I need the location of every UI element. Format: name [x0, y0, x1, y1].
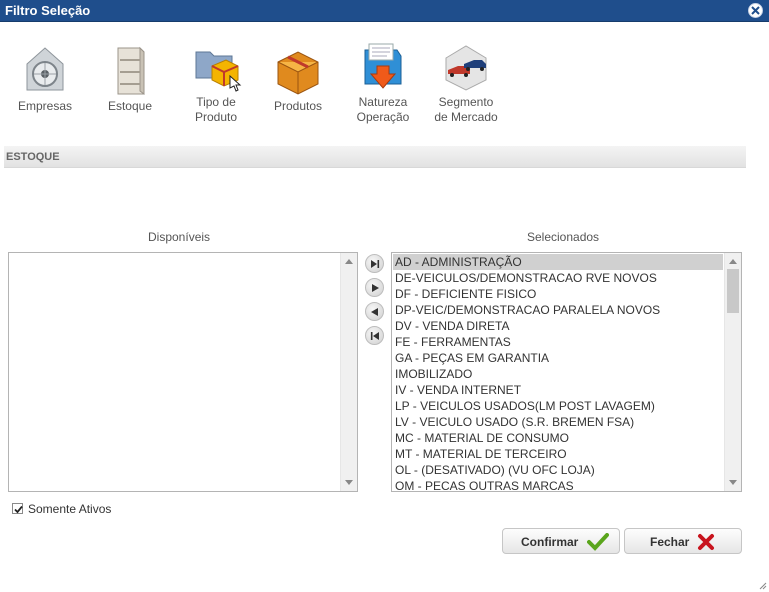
selected-list-label: Selecionados — [527, 230, 600, 244]
package-box-icon — [277, 51, 319, 95]
scroll-down-icon[interactable] — [345, 480, 353, 485]
x-icon — [698, 534, 714, 550]
confirm-button-label: Confirmar — [521, 535, 579, 549]
window-title: Filtro Seleção — [5, 3, 91, 18]
toolbar-label: Produtos — [273, 99, 323, 113]
filter-toolbar: Empresas Estoque Tipo de Produto Produto… — [0, 40, 769, 130]
list-item[interactable]: DE-VEICULOS/DEMONSTRACAO RVE NOVOS — [393, 270, 723, 286]
scroll-thumb[interactable] — [727, 269, 739, 313]
toolbar-label: Tipo de — [196, 95, 236, 109]
play-right-icon — [372, 284, 379, 292]
cars-segment-icon — [445, 45, 487, 91]
skip-forward-icon — [371, 260, 380, 268]
list-item[interactable]: OL - (DESATIVADO) (VU OFC LOJA) — [393, 462, 723, 478]
close-icon — [751, 6, 760, 15]
list-item[interactable]: IMOBILIZADO — [393, 366, 723, 382]
close-window-button[interactable] — [748, 3, 763, 18]
toolbar-label: Operação — [356, 110, 410, 124]
toolbar-item-segmento-mercado[interactable]: Segmento de Mercado — [426, 40, 506, 125]
document-download-icon — [364, 43, 402, 89]
toolbar-label: Estoque — [107, 99, 153, 113]
toolbar-item-produtos[interactable]: Produtos — [258, 44, 338, 114]
check-icon — [587, 533, 609, 551]
move-all-left-button[interactable] — [365, 326, 384, 345]
list-item[interactable]: IV - VENDA INTERNET — [393, 382, 723, 398]
section-title: ESTOQUE — [6, 151, 60, 163]
toolbar-item-tipo-produto[interactable]: Tipo de Produto — [176, 40, 256, 125]
selected-items: AD - ADMINISTRAÇÃO DE-VEICULOS/DEMONSTRAC… — [393, 254, 723, 494]
folder-box-icon — [195, 51, 242, 92]
lock-vault-icon — [26, 47, 64, 91]
list-item[interactable]: LP - VEICULOS USADOS(LM POST LAVAGEM) — [393, 398, 723, 414]
scroll-up-icon[interactable] — [345, 259, 353, 264]
toolbar-label: Empresas — [17, 99, 73, 113]
toolbar-label: Produto — [194, 110, 238, 124]
available-list-label: Disponíveis — [148, 230, 211, 244]
confirm-button[interactable]: Confirmar — [502, 528, 620, 554]
list-item[interactable]: AD - ADMINISTRAÇÃO — [393, 254, 723, 270]
list-item[interactable]: DF - DEFICIENTE FISICO — [393, 286, 723, 302]
toolbar-label: Natureza — [358, 95, 408, 109]
move-right-button[interactable] — [365, 278, 384, 297]
resize-grip-icon[interactable] — [759, 582, 767, 590]
available-listbox[interactable] — [8, 252, 358, 492]
scroll-up-icon[interactable] — [729, 259, 737, 264]
play-left-icon — [371, 308, 378, 316]
only-active-label: Somente Ativos — [28, 502, 112, 516]
toolbar-label: Segmento — [438, 95, 494, 109]
scroll-down-icon[interactable] — [729, 480, 737, 485]
list-item[interactable]: MC - MATERIAL DE CONSUMO — [393, 430, 723, 446]
list-item[interactable]: LV - VEICULO USADO (S.R. BREMEN FSA) — [393, 414, 723, 430]
list-item[interactable]: FE - FERRAMENTAS — [393, 334, 723, 350]
toolbar-item-estoque[interactable]: Estoque — [90, 44, 170, 114]
move-all-right-button[interactable] — [365, 254, 384, 273]
toolbar-label: de Mercado — [434, 110, 498, 124]
toolbar-item-empresas[interactable]: Empresas — [5, 44, 85, 114]
list-item[interactable]: DV - VENDA DIRETA — [393, 318, 723, 334]
close-button-label: Fechar — [650, 535, 690, 549]
available-scrollbar[interactable] — [340, 253, 357, 491]
section-header: ESTOQUE — [4, 146, 746, 168]
list-item[interactable]: OM - PECAS OUTRAS MARCAS — [393, 478, 723, 494]
list-item[interactable]: GA - PEÇAS EM GARANTIA — [393, 350, 723, 366]
skip-back-icon — [370, 332, 379, 340]
list-item[interactable]: DP-VEIC/DEMONSTRACAO PARALELA NOVOS — [393, 302, 723, 318]
close-button[interactable]: Fechar — [624, 528, 742, 554]
selected-listbox[interactable]: AD - ADMINISTRAÇÃO DE-VEICULOS/DEMONSTRAC… — [391, 252, 742, 494]
checkbox-box[interactable] — [12, 503, 23, 514]
selected-scrollbar[interactable] — [724, 253, 741, 491]
toolbar-item-natureza-operacao[interactable]: Natureza Operação — [343, 40, 423, 125]
window-titlebar: Filtro Seleção — [0, 0, 769, 22]
move-left-button[interactable] — [365, 302, 384, 321]
checkmark-icon — [14, 505, 23, 514]
shelf-cabinet-icon — [117, 46, 145, 95]
list-item[interactable]: MT - MATERIAL DE TERCEIRO — [393, 446, 723, 462]
